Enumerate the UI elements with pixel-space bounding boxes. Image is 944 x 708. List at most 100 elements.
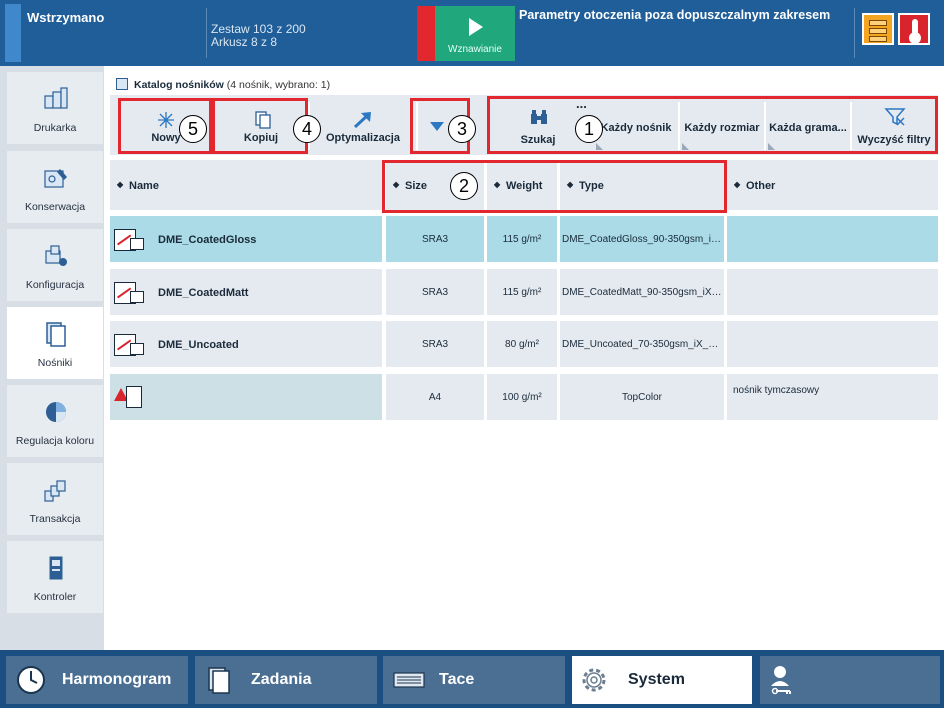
catalog-heading: Katalog nośników (4 nośnik, wybrano: 1) [134,79,330,91]
nav-user[interactable] [760,656,940,704]
cell-type[interactable]: DME_Uncoated_70-350gsm_iX_R4... [560,321,724,367]
cell-size[interactable]: SRA3 [386,216,484,262]
media-weight: 100 g/m² [502,392,542,403]
thermometer-icon[interactable] [898,13,930,45]
cell-other[interactable]: nośnik tymczasowy [727,374,938,420]
sort-icon: ◆ [734,180,741,189]
cell-other[interactable] [727,269,938,315]
clock-icon [17,666,45,694]
sidebar-item-label: Konfiguracja [25,279,85,291]
alert-indicator [417,6,435,61]
nav-system[interactable]: System [572,656,752,704]
media-name: DME_CoatedMatt [158,287,249,299]
callout-1: 1 [575,115,603,143]
job-sheet-count: Arkusz 8 z 8 [211,35,278,49]
callout-5: 5 [179,115,207,143]
controller-icon [49,556,63,580]
cell-size[interactable]: A4 [386,374,484,420]
resume-label: Wznawianie [448,44,502,55]
media-type: TopColor [621,392,663,403]
sidebar-item-label: Kontroler [33,591,77,603]
maintenance-icon [44,169,67,188]
callout-2: 2 [450,172,478,200]
cell-other[interactable] [727,216,938,262]
sidebar-item-label: Transakcja [29,513,81,525]
divider [854,8,855,58]
gear-icon [582,668,606,692]
printer-status: Wstrzymano [27,10,105,25]
column-header-label: Other [746,180,776,192]
media-other: nośnik tymczasowy [733,385,820,396]
sidebar-item-label: Drukarka [33,122,77,134]
cell-size[interactable]: SRA3 [386,269,484,315]
sidebar-item-transaction[interactable]: Transakcja [7,463,103,535]
cell-weight[interactable]: 115 g/m² [487,269,557,315]
catalog-icon [116,78,128,90]
catalog-title: Katalog nośników [134,79,224,91]
media-weight: 115 g/m² [502,287,542,298]
annotation-box-columns [382,160,727,213]
status-indicator [5,4,21,62]
configuration-icon [45,245,67,266]
annotation-box-filters [487,96,938,154]
media-sheet-icon [114,227,146,253]
nav-jobs[interactable]: Zadania [195,656,377,704]
media-weight: 80 g/m² [505,339,539,350]
cell-weight[interactable]: 115 g/m² [487,216,557,262]
user-key-icon [771,666,791,695]
server-status-icon[interactable] [862,13,894,45]
job-progress: Zestaw 103 z 200 Arkusz 8 z 8 [206,8,306,58]
media-type: DME_Uncoated_70-350gsm_iX_R4... [562,339,722,350]
column-header-other[interactable]: ◆ Other [727,160,938,210]
sort-icon: ◆ [117,180,124,189]
optimize-button[interactable]: Optymalizacja [312,100,414,152]
media-name: DME_Uncoated [158,339,239,351]
media-sheet-icon [126,386,142,408]
cell-name[interactable]: DME_CoatedGloss [110,216,382,262]
cell-name[interactable]: DME_Uncoated [110,321,382,367]
play-icon [469,18,483,36]
sidebar-item-maintenance[interactable]: Konserwacja [7,151,103,223]
cell-name[interactable]: DME_CoatedMatt [110,269,382,315]
cell-type[interactable]: DME_CoatedGloss_90-350gsm_iX... [560,216,724,262]
callout-4: 4 [293,115,321,143]
sidebar-item-controller[interactable]: Kontroler [7,541,103,613]
media-weight: 115 g/m² [502,234,542,245]
callout-3: 3 [448,115,476,143]
nav-schedule[interactable]: Harmonogram [6,656,188,704]
media-size: SRA3 [421,234,449,245]
catalog-count: (4 nośnik, wybrano: 1) [226,79,331,91]
cell-type[interactable]: DME_CoatedMatt_90-350gsm_iX_... [560,269,724,315]
transaction-icon [44,480,66,502]
sidebar-item-configuration[interactable]: Konfiguracja [7,229,103,301]
environment-warning-message: Parametry otoczenia poza dopuszczalnym z… [519,8,831,22]
top-status-bar: Wstrzymano Zestaw 103 z 200 Arkusz 8 z 8… [0,0,944,66]
cell-size[interactable]: SRA3 [386,321,484,367]
arrow-up-right-icon [353,112,371,129]
cell-type[interactable]: TopColor [560,374,724,420]
sidebar-item-label: Regulacja koloru [15,435,95,447]
sidebar-item-media[interactable]: Nośniki [7,307,103,379]
nav-trays[interactable]: Tace [383,656,565,704]
media-name: DME_CoatedGloss [158,234,257,246]
cell-other[interactable] [727,321,938,367]
cell-weight[interactable]: 100 g/m² [487,374,557,420]
color-icon [46,402,66,422]
media-sheet-icon [114,332,146,358]
column-header-label: Name [129,180,159,192]
media-size: SRA3 [421,287,449,298]
sidebar-item-label: Konserwacja [24,201,86,213]
sidebar-item-color[interactable]: Regulacja koloru [7,385,103,457]
sidebar-item-printer[interactable]: Drukarka [7,72,103,144]
media-icon [46,322,66,347]
column-header-name[interactable]: ◆ Name [110,160,382,210]
resume-button[interactable]: Wznawianie [435,6,515,61]
nav-label: Zadania [251,671,312,688]
optimize-label: Optymalizacja [326,132,400,144]
media-type: DME_CoatedGloss_90-350gsm_iX... [562,234,722,245]
media-size: SRA3 [421,339,449,350]
media-sheet-icon [114,280,146,306]
cell-name[interactable] [110,374,382,420]
sidebar-item-label: Nośniki [37,357,73,369]
cell-weight[interactable]: 80 g/m² [487,321,557,367]
